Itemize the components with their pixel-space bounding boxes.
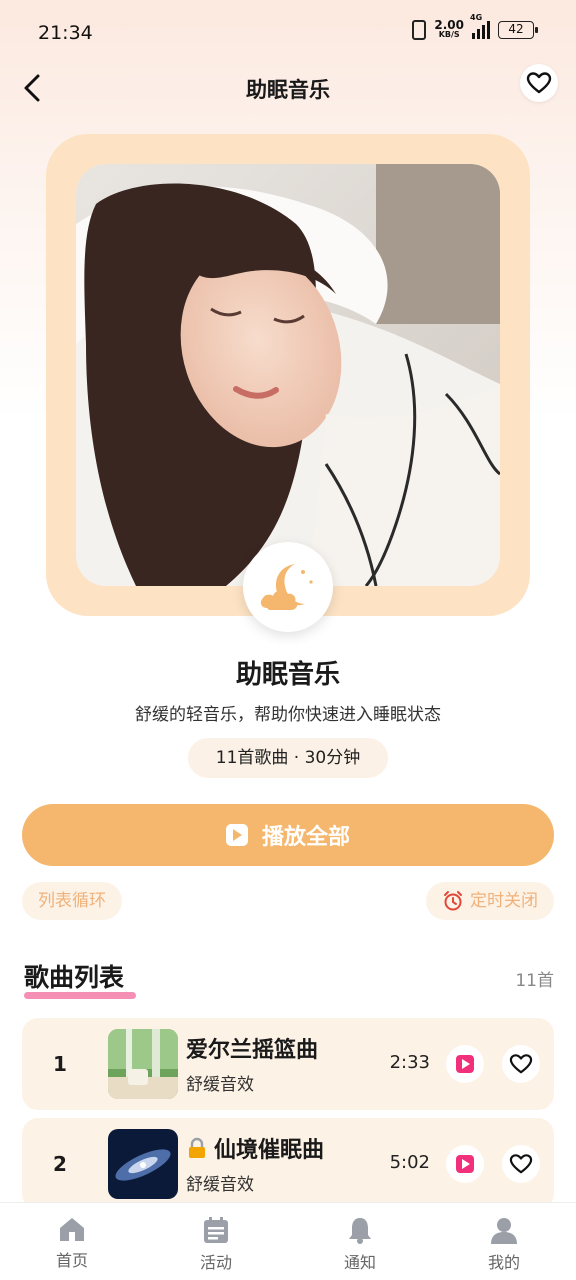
song-like-button[interactable] — [502, 1145, 540, 1183]
heart-outline-icon — [526, 72, 552, 94]
song-index: 2 — [53, 1152, 67, 1176]
song-artist: 舒缓音效 — [186, 1075, 254, 1095]
song-duration: 5:02 — [389, 1152, 430, 1173]
calendar-icon — [204, 1217, 228, 1243]
home-icon — [60, 1218, 84, 1241]
loop-mode-label: 列表循环 — [38, 891, 106, 911]
song-index: 1 — [53, 1052, 67, 1076]
play-all-label: 播放全部 — [261, 825, 350, 850]
page-title: 助眠音乐 — [246, 78, 330, 102]
song-like-button[interactable] — [502, 1045, 540, 1083]
loop-mode-button[interactable]: 列表循环 — [22, 882, 122, 920]
play-all-button[interactable]: 播放全部 — [22, 804, 554, 866]
section-title: 歌曲列表 — [24, 963, 125, 992]
status-bar: 21:34 2.00 KB/S 4G 42 — [0, 0, 576, 64]
user-icon — [491, 1218, 517, 1244]
album-description: 舒缓的轻音乐，帮助你快速进入睡眠状态 — [135, 705, 441, 725]
lock-icon — [189, 1137, 205, 1158]
play-icon — [225, 824, 248, 846]
status-time: 21:34 — [38, 22, 93, 44]
favorite-button[interactable] — [520, 64, 558, 102]
album-title: 助眠音乐 — [235, 660, 340, 690]
bell-icon — [349, 1218, 371, 1244]
bottom-tabbar: 首页 活动 通知 我的 — [0, 1202, 576, 1280]
song-thumbnail — [108, 1129, 178, 1199]
album-meta: 11首歌曲 · 30分钟 — [188, 738, 388, 778]
song-row[interactable]: 2 仙境催眠曲 舒缓音效 5:02 — [22, 1118, 554, 1210]
song-thumbnail — [108, 1029, 178, 1099]
heart-outline-icon — [509, 1054, 533, 1074]
song-row[interactable]: 1 爱尔兰摇篮曲 舒缓音效 2:33 — [22, 1018, 554, 1110]
tab-label: 通知 — [343, 1253, 376, 1272]
album-badge — [243, 542, 333, 632]
tab-label: 活动 — [199, 1253, 232, 1272]
network-speed: 2.00 KB/S — [434, 18, 464, 40]
tab-notifications[interactable]: 通知 — [288, 1203, 432, 1280]
play-icon — [456, 1155, 474, 1173]
tab-label: 首页 — [55, 1251, 88, 1270]
signal-icon: 4G — [470, 13, 490, 39]
play-icon — [456, 1055, 474, 1073]
network-type: 4G — [470, 13, 483, 22]
header: 助眠音乐 — [0, 64, 576, 112]
cover-image — [76, 164, 500, 586]
sleep-timer-button[interactable]: 定时关闭 — [426, 882, 554, 920]
sleep-timer-label: 定时关闭 — [470, 891, 538, 911]
heart-outline-icon — [509, 1154, 533, 1174]
speed-value: 2.00 — [434, 18, 464, 32]
tab-activity[interactable]: 活动 — [144, 1203, 288, 1280]
song-title: 仙境催眠曲 — [186, 1132, 324, 1164]
moon-cloud-icon — [260, 564, 313, 610]
song-artist: 舒缓音效 — [186, 1175, 254, 1195]
song-play-button[interactable] — [446, 1145, 484, 1183]
tab-label: 我的 — [487, 1253, 520, 1272]
song-title-text: 仙境催眠曲 — [214, 1138, 325, 1163]
alarm-clock-icon — [444, 891, 462, 911]
song-play-button[interactable] — [446, 1045, 484, 1083]
tab-home[interactable]: 首页 — [0, 1203, 144, 1280]
speed-unit: KB/S — [438, 30, 460, 39]
vibrate-icon — [412, 20, 427, 40]
status-indicators: 2.00 KB/S 4G 42 — [412, 13, 538, 40]
battery-icon: 42 — [498, 21, 538, 39]
tab-profile[interactable]: 我的 — [432, 1203, 576, 1280]
song-duration: 2:33 — [389, 1052, 430, 1073]
song-count: 11首 — [515, 971, 554, 991]
song-title: 爱尔兰摇篮曲 — [186, 1038, 319, 1063]
